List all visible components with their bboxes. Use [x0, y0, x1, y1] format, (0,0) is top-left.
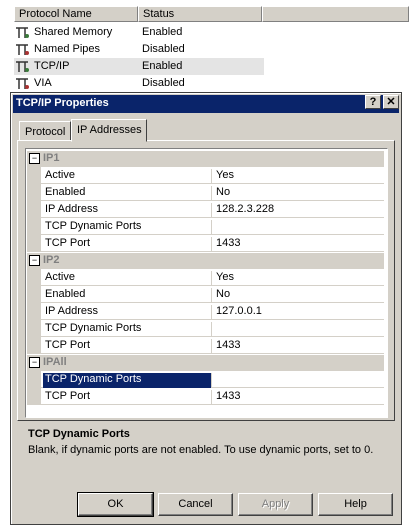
column-header-status[interactable]: Status	[138, 6, 262, 22]
section-title: IP2	[43, 254, 60, 266]
property-value[interactable]: Yes	[216, 169, 234, 181]
protocol-icon	[16, 44, 29, 55]
property-name: Enabled	[43, 288, 212, 303]
tcpip-properties-dialog: TCP/IP Properties ? ✕ Protocol IP Addres…	[10, 92, 402, 525]
help-icon[interactable]: ?	[365, 95, 381, 109]
property-value[interactable]: Yes	[216, 271, 234, 283]
row-gutter	[27, 371, 41, 388]
row-gutter	[27, 269, 41, 286]
section-ipall[interactable]: − IPAll	[27, 355, 384, 371]
property-value[interactable]: 1433	[216, 339, 240, 351]
row-gutter	[27, 201, 41, 218]
property-name: TCP Dynamic Ports	[43, 373, 212, 388]
grid-body: − IP1 Active Yes Enabled No IP Address 128.…	[27, 150, 386, 416]
section-ip2[interactable]: − IP2	[27, 253, 384, 269]
dialog-title: TCP/IP Properties	[16, 97, 109, 109]
property-row-selected[interactable]: TCP Dynamic Ports	[27, 371, 384, 388]
column-header-filler	[262, 6, 409, 22]
property-value[interactable]: 128.2.3.228	[216, 203, 274, 215]
protocol-icon	[16, 61, 29, 72]
property-name: TCP Port	[43, 237, 212, 252]
property-value[interactable]: 1433	[216, 237, 240, 249]
row-gutter	[27, 388, 41, 405]
tab-ip-addresses[interactable]: IP Addresses	[71, 119, 147, 142]
property-row[interactable]: Active Yes	[27, 269, 384, 286]
list-item[interactable]: Named Pipes Disabled	[14, 41, 264, 58]
description-title: TCP Dynamic Ports	[28, 428, 130, 440]
protocol-status: Disabled	[142, 77, 185, 89]
protocol-name: TCP/IP	[34, 60, 70, 72]
protocol-name: Shared Memory	[34, 26, 113, 38]
property-grid[interactable]: − IP1 Active Yes Enabled No IP Address 128.…	[25, 148, 388, 418]
close-icon[interactable]: ✕	[383, 95, 399, 109]
property-name: Enabled	[43, 186, 212, 201]
collapse-icon[interactable]: −	[29, 255, 40, 266]
cancel-button[interactable]: Cancel	[158, 493, 233, 516]
row-gutter	[27, 337, 41, 354]
protocol-status: Enabled	[142, 60, 183, 72]
property-name: Active	[43, 271, 212, 286]
property-row[interactable]: Enabled No	[27, 286, 384, 303]
help-button[interactable]: Help	[318, 493, 393, 516]
row-gutter	[27, 218, 41, 235]
property-row[interactable]: Active Yes	[27, 167, 384, 184]
tab-protocol[interactable]: Protocol	[19, 121, 71, 141]
list-item[interactable]: TCP/IP Enabled	[14, 58, 264, 75]
property-value[interactable]: No	[216, 186, 230, 198]
property-value[interactable]: 127.0.0.1	[216, 305, 262, 317]
protocol-list: Protocol Name Status Shared Memory Enabl…	[0, 0, 409, 100]
property-name: TCP Dynamic Ports	[43, 220, 212, 235]
section-title: IPAll	[43, 356, 67, 368]
property-name: IP Address	[43, 305, 212, 320]
property-name: TCP Port	[43, 339, 212, 354]
collapse-icon[interactable]: −	[29, 153, 40, 164]
collapse-icon[interactable]: −	[29, 357, 40, 368]
section-title: IP1	[43, 152, 60, 164]
protocol-name: VIA	[34, 77, 52, 89]
column-header-protocol-name[interactable]: Protocol Name	[14, 6, 138, 22]
property-row[interactable]: TCP Port 1433	[27, 235, 384, 252]
property-row[interactable]: TCP Port 1433	[27, 337, 384, 354]
ok-button[interactable]: OK	[77, 492, 154, 517]
protocol-status: Disabled	[142, 43, 185, 55]
protocol-icon	[16, 27, 29, 38]
property-name: TCP Dynamic Ports	[43, 322, 212, 337]
property-row[interactable]: Enabled No	[27, 184, 384, 201]
description-text: Blank, if dynamic ports are not enabled.…	[28, 444, 374, 456]
row-gutter	[27, 184, 41, 201]
list-item[interactable]: VIA Disabled	[14, 75, 264, 92]
apply-button[interactable]: Apply	[238, 493, 313, 516]
row-gutter	[27, 286, 41, 303]
property-row[interactable]: TCP Dynamic Ports	[27, 218, 384, 235]
property-row[interactable]: TCP Port 1433	[27, 388, 384, 405]
row-gutter	[27, 235, 41, 252]
property-value[interactable]: 1433	[216, 390, 240, 402]
property-name: Active	[43, 169, 212, 184]
protocol-status: Enabled	[142, 26, 183, 38]
property-row[interactable]: IP Address 127.0.0.1	[27, 303, 384, 320]
protocol-icon	[16, 78, 29, 89]
dialog-titlebar[interactable]: TCP/IP Properties	[13, 95, 399, 113]
property-name: IP Address	[43, 203, 212, 218]
list-item[interactable]: Shared Memory Enabled	[14, 24, 264, 41]
section-ip1[interactable]: − IP1	[27, 151, 384, 167]
row-gutter	[27, 320, 41, 337]
row-gutter	[27, 167, 41, 184]
description-panel: TCP Dynamic Ports Blank, if dynamic port…	[25, 423, 388, 479]
property-name: TCP Port	[43, 390, 212, 405]
property-value[interactable]: No	[216, 288, 230, 300]
property-row[interactable]: TCP Dynamic Ports	[27, 320, 384, 337]
protocol-name: Named Pipes	[34, 43, 101, 55]
row-gutter	[27, 303, 41, 320]
property-row[interactable]: IP Address 128.2.3.228	[27, 201, 384, 218]
